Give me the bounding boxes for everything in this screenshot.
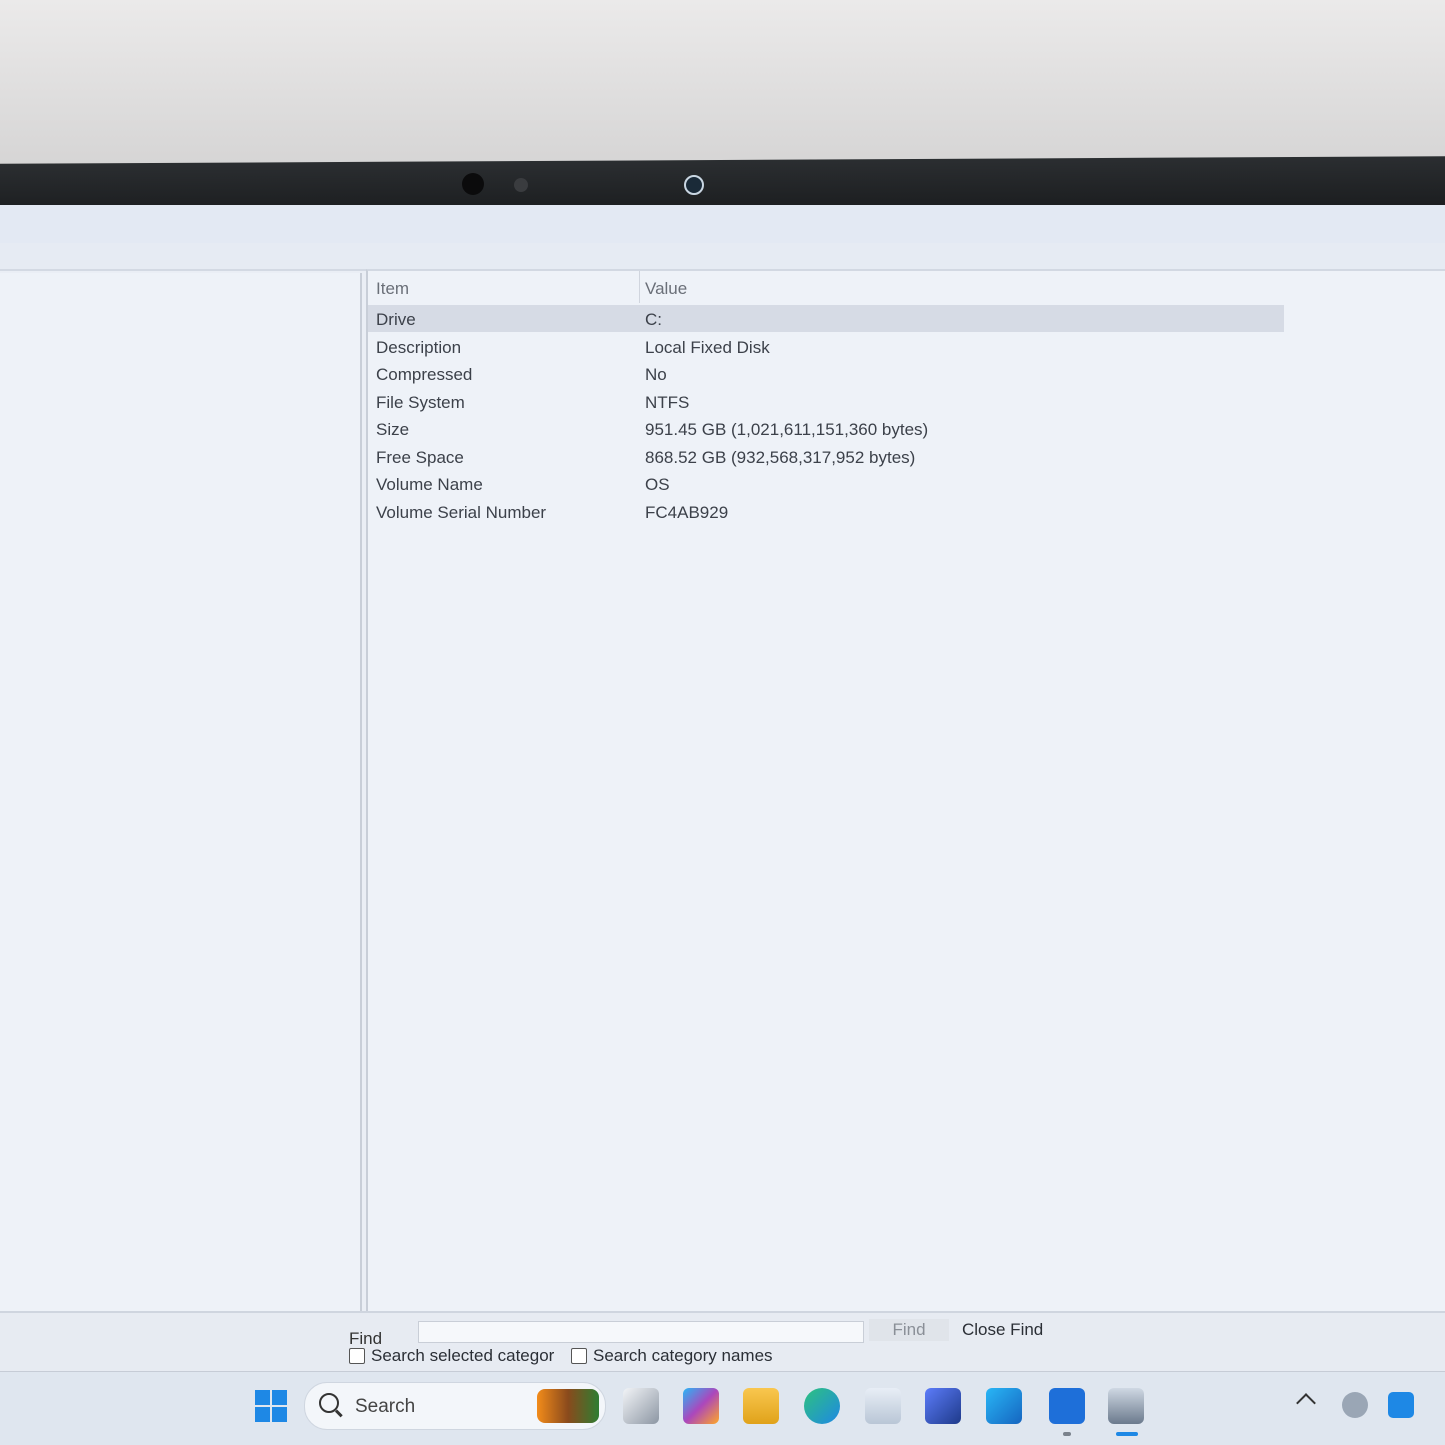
row-value: OS bbox=[645, 475, 670, 494]
row-item: Description bbox=[376, 338, 462, 357]
find-button[interactable]: Find bbox=[869, 1319, 949, 1341]
ir-sensor-icon bbox=[514, 178, 528, 192]
background-wall bbox=[0, 0, 1445, 165]
row-item: Volume Name bbox=[376, 475, 483, 494]
file-explorer-icon[interactable] bbox=[743, 1388, 779, 1424]
tool-strip bbox=[0, 243, 1445, 271]
search-selected-category-checkbox[interactable] bbox=[349, 1348, 365, 1364]
details-list-pane: Item Value Drive C: Description Local Fi… bbox=[366, 269, 1445, 1313]
search-selected-category-option[interactable]: Search selected categor bbox=[349, 1346, 554, 1366]
taskbar-search-placeholder: Search bbox=[355, 1396, 416, 1417]
show-hidden-icons-chevron-icon[interactable] bbox=[1296, 1393, 1316, 1413]
search-highlight-icon bbox=[537, 1389, 599, 1423]
onedrive-icon[interactable] bbox=[1342, 1392, 1368, 1418]
app-tray-icon[interactable] bbox=[1388, 1392, 1414, 1418]
running-indicator bbox=[1063, 1432, 1071, 1436]
row-value: FC4AB929 bbox=[645, 503, 729, 522]
table-row[interactable]: Volume Name OS bbox=[368, 470, 1284, 497]
row-value: C: bbox=[645, 310, 662, 329]
column-separator[interactable] bbox=[639, 271, 640, 303]
edge-icon[interactable] bbox=[804, 1388, 840, 1424]
m365-copilot-icon[interactable] bbox=[683, 1388, 719, 1424]
search-category-names-label: Search category names bbox=[593, 1346, 773, 1365]
find-bar: Find Find Close Find Search selected cat… bbox=[0, 1311, 1445, 1373]
menu-bar bbox=[0, 205, 1445, 243]
search-category-names-checkbox[interactable] bbox=[571, 1348, 587, 1364]
search-selected-category-label: Search selected categor bbox=[371, 1346, 555, 1365]
power-automate-icon[interactable] bbox=[925, 1388, 961, 1424]
category-tree-pane[interactable] bbox=[0, 273, 362, 1311]
system-information-icon[interactable] bbox=[1108, 1388, 1144, 1424]
webcam-lens-icon bbox=[462, 173, 484, 195]
task-view-icon[interactable] bbox=[623, 1388, 659, 1424]
row-value: No bbox=[645, 365, 667, 384]
row-item: Free Space bbox=[376, 448, 464, 467]
camera-sensor-icon bbox=[684, 175, 704, 195]
taskbar-search-box[interactable]: Search bbox=[304, 1382, 606, 1430]
column-header-value[interactable]: Value bbox=[645, 279, 687, 299]
row-item: Drive bbox=[376, 310, 416, 329]
table-row[interactable]: Drive C: bbox=[368, 305, 1284, 332]
column-header-item[interactable]: Item bbox=[376, 279, 409, 299]
row-value: Local Fixed Disk bbox=[645, 338, 770, 357]
microsoft-store-icon[interactable] bbox=[865, 1388, 901, 1424]
outlook-icon[interactable] bbox=[986, 1388, 1022, 1424]
search-category-names-option[interactable]: Search category names bbox=[571, 1346, 773, 1366]
table-row[interactable]: Volume Serial Number FC4AB929 bbox=[368, 498, 1284, 525]
row-value: NTFS bbox=[645, 393, 690, 412]
screen: Item Value Drive C: Description Local Fi… bbox=[0, 205, 1445, 1445]
search-icon bbox=[319, 1393, 339, 1413]
taskbar: Search bbox=[0, 1371, 1445, 1445]
table-row[interactable]: File System NTFS bbox=[368, 388, 1284, 415]
row-item: Size bbox=[376, 420, 410, 439]
close-find-button[interactable]: Close Find bbox=[962, 1320, 1043, 1340]
dell-optimizer-icon[interactable] bbox=[1049, 1388, 1085, 1424]
row-value: 868.52 GB (932,568,317,952 bytes) bbox=[645, 448, 916, 467]
row-item: File System bbox=[376, 393, 465, 412]
column-header: Item Value bbox=[368, 271, 1284, 303]
table-row[interactable]: Description Local Fixed Disk bbox=[368, 333, 1284, 360]
row-item: Volume Serial Number bbox=[376, 503, 547, 522]
table-row[interactable]: Size 951.45 GB (1,021,611,151,360 bytes) bbox=[368, 415, 1284, 442]
table-row[interactable]: Compressed No bbox=[368, 360, 1284, 387]
row-item: Compressed bbox=[376, 365, 473, 384]
row-value: 951.45 GB (1,021,611,151,360 bytes) bbox=[645, 420, 929, 439]
find-input[interactable] bbox=[418, 1321, 864, 1343]
table-row[interactable]: Free Space 868.52 GB (932,568,317,952 by… bbox=[368, 443, 1284, 470]
active-app-indicator bbox=[1116, 1432, 1138, 1436]
windows-start-icon[interactable] bbox=[253, 1388, 289, 1424]
